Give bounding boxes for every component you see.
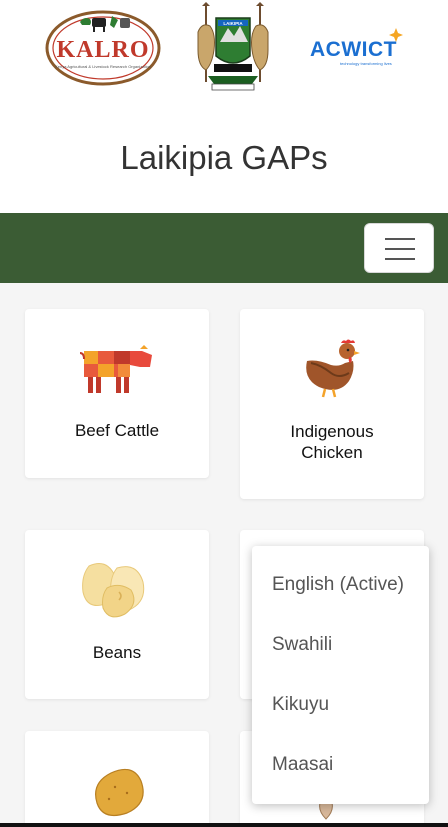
card-potato[interactable] [25,731,209,827]
kalro-logo[interactable]: KALRO Kenya Agricultural & Livestock Res… [44,8,162,88]
card-indigenous-chicken[interactable]: Indigenous Chicken [240,309,424,499]
kalro-logo-subtext: Kenya Agricultural & Livestock Research … [55,64,151,69]
menu-toggle-button[interactable] [364,223,434,273]
site-header: KALRO Kenya Agricultural & Livestock Res… [0,0,448,213]
language-option-english[interactable]: English (Active) [272,574,404,596]
card-label: Beef Cattle [74,421,160,440]
acwict-logo[interactable]: ACWICT technology transforming lives [310,28,410,70]
language-dropdown-menu: English (Active) Swahili Kikuyu Maasai [252,546,429,804]
card-beef-cattle[interactable]: Beef Cattle [25,309,209,478]
potato-icon [95,768,144,816]
acwict-logo-subtext: technology transforming lives [340,61,392,66]
card-label-line-2: Chicken [301,443,363,462]
logo-bar: KALRO Kenya Agricultural & Livestock Res… [0,0,448,110]
kalro-logo-text: KALRO [56,37,149,63]
acwict-logo-text: ACWICT [310,38,397,61]
language-option-kikuyu[interactable]: Kikuyu [272,694,329,716]
chicken-icon [306,339,360,398]
cow-icon [79,345,152,393]
screen-bottom-edge [0,823,448,827]
language-option-swahili[interactable]: Swahili [272,634,332,656]
laikipia-county-coat-of-arms[interactable]: LAIKIPIA [192,2,274,94]
page-title: Laikipia GAPs [120,139,328,176]
language-option-maasai[interactable]: Maasai [272,754,333,776]
card-label-line-1: Indigenous [290,422,374,441]
hamburger-menu-icon [385,238,415,240]
county-logo-text: LAIKIPIA [223,21,243,26]
card-beans[interactable]: Beans [25,530,209,699]
beans-icon [82,563,145,618]
spark-icon [389,28,403,42]
card-label: Beans [92,643,142,662]
item-icon [319,801,333,820]
